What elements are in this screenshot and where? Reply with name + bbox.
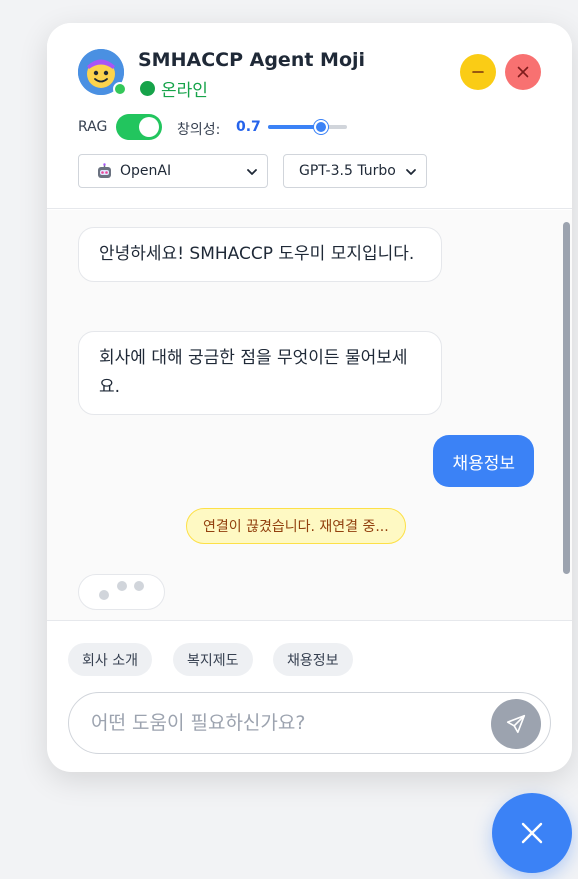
creativity-slider[interactable] [268,120,347,134]
message-list[interactable]: 안녕하세요! SMHACCP 도우미 모지입니다. 회사에 대해 궁금한 점을 … [47,210,572,621]
provider-select[interactable]: OpenAI [78,154,268,188]
status-label: 온라인 [161,81,208,101]
slider-thumb[interactable] [313,120,328,134]
model-select[interactable]: GPT-3.5 Turbo [283,154,427,188]
provider-value: OpenAI [120,163,172,179]
status-dot-icon [140,81,155,96]
bot-message: 안녕하세요! SMHACCP 도우미 모지입니다. [78,227,442,282]
typing-dot [99,590,109,600]
send-button[interactable] [491,699,541,749]
close-button[interactable] [505,54,541,90]
user-message: 채용정보 [433,435,534,487]
rag-toggle[interactable] [116,114,162,140]
reconnect-warning: 연결이 끊겼습니다. 재연결 중... [186,508,406,544]
connection-status: 온라인 [140,76,208,101]
model-value: GPT-3.5 Turbo [299,163,396,179]
quick-reply-jobs[interactable]: 채용정보 [273,643,353,676]
minimize-button[interactable] [460,54,496,90]
quick-reply-benefits[interactable]: 복지제도 [173,643,253,676]
avatar [78,49,127,96]
quick-reply-company[interactable]: 회사 소개 [68,643,152,676]
chevron-down-icon [247,169,257,175]
slider-fill [268,125,321,129]
rag-label: RAG [78,119,108,135]
chat-header: SMHACCP Agent Moji 온라인 RAG 창의성: 0.7 Open… [47,23,572,209]
chat-title: SMHACCP Agent Moji [138,49,366,71]
message-input-box [68,692,551,754]
typing-dot [117,581,127,591]
send-icon [506,714,526,734]
chat-toggle-button[interactable] [492,793,572,873]
typing-dot [134,581,144,591]
robot-icon [96,162,113,180]
close-icon [517,66,529,78]
chevron-down-icon [406,169,416,175]
message-input[interactable] [89,705,479,741]
minus-icon [472,71,484,73]
online-indicator [113,82,127,96]
typing-indicator [78,574,165,610]
close-icon [521,822,543,844]
scrollbar[interactable] [563,222,570,574]
creativity-value: 0.7 [236,119,261,135]
toggle-knob [139,117,159,137]
chat-window: SMHACCP Agent Moji 온라인 RAG 창의성: 0.7 Open… [47,23,572,772]
creativity-label: 창의성: [177,122,221,138]
bot-message: 회사에 대해 궁금한 점을 무엇이든 물어보세요. [78,331,442,415]
